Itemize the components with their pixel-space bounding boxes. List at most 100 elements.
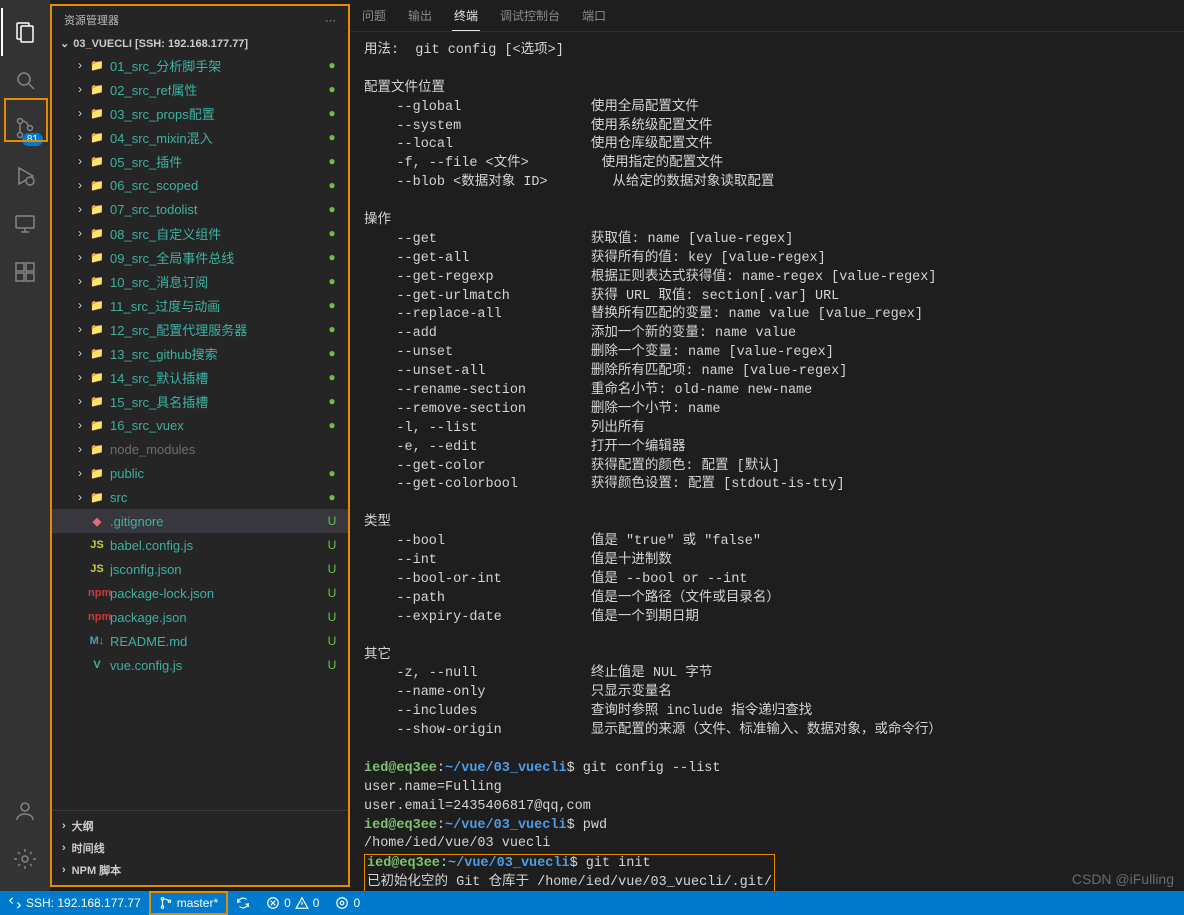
chevron-right-icon: › bbox=[72, 82, 88, 96]
terminal[interactable]: 用法: git config [<选项>] 配置文件位置 --global 使用… bbox=[350, 32, 1184, 891]
folder-item[interactable]: ›📁04_src_mixin混入● bbox=[52, 125, 348, 149]
chevron-right-icon: › bbox=[72, 466, 88, 480]
chevron-right-icon: › bbox=[72, 58, 88, 72]
folder-item[interactable]: ›📁13_src_github搜索● bbox=[52, 341, 348, 365]
folder-item[interactable]: ›📁09_src_全局事件总线● bbox=[52, 245, 348, 269]
file-item[interactable]: JSjsconfig.jsonU bbox=[52, 557, 348, 581]
chevron-right-icon: › bbox=[72, 178, 88, 192]
file-type-icon: JS bbox=[88, 563, 106, 575]
status-remote[interactable]: SSH: 192.168.177.77 bbox=[0, 891, 149, 915]
item-label: node_modules bbox=[110, 442, 324, 457]
folder-item[interactable]: ›📁public● bbox=[52, 461, 348, 485]
file-type-icon: 📁 bbox=[88, 179, 106, 192]
file-item[interactable]: npmpackage-lock.jsonU bbox=[52, 581, 348, 605]
file-type-icon: 📁 bbox=[88, 59, 106, 72]
sidebar-title: 资源管理器 bbox=[64, 12, 325, 28]
tab-ports[interactable]: 端口 bbox=[580, 1, 608, 30]
file-type-icon: ◆ bbox=[88, 515, 106, 528]
file-type-icon: 📁 bbox=[88, 131, 106, 144]
tab-debug-console[interactable]: 调试控制台 bbox=[498, 1, 562, 30]
account-icon[interactable] bbox=[1, 787, 49, 835]
folder-item[interactable]: ›📁08_src_自定义组件● bbox=[52, 221, 348, 245]
folder-item[interactable]: ›📁02_src_ref属性● bbox=[52, 77, 348, 101]
project-root[interactable]: ⌄ 03_VUECLI [SSH: 192.168.177.77] bbox=[52, 34, 348, 53]
file-item[interactable]: JSbabel.config.jsU bbox=[52, 533, 348, 557]
file-tree: ›📁01_src_分析脚手架●›📁02_src_ref属性●›📁03_src_p… bbox=[52, 53, 348, 810]
chevron-right-icon: › bbox=[72, 346, 88, 360]
sidebar-header: 资源管理器 ⋯ bbox=[52, 6, 348, 34]
item-label: .gitignore bbox=[110, 514, 324, 529]
file-type-icon: 📁 bbox=[88, 155, 106, 168]
item-label: src bbox=[110, 490, 324, 505]
item-label: public bbox=[110, 466, 324, 481]
project-name: 03_VUECLI [SSH: 192.168.177.77] bbox=[73, 38, 248, 50]
item-label: 12_src_配置代理服务器 bbox=[110, 320, 324, 339]
chevron-right-icon: › bbox=[72, 274, 88, 288]
folder-item[interactable]: ›📁 node_modules bbox=[52, 437, 348, 461]
chevron-right-icon: › bbox=[72, 202, 88, 216]
file-type-icon: 📁 bbox=[88, 491, 106, 504]
folder-item[interactable]: ›📁12_src_配置代理服务器● bbox=[52, 317, 348, 341]
folder-item[interactable]: ›📁07_src_todolist● bbox=[52, 197, 348, 221]
file-type-icon: 📁 bbox=[88, 275, 106, 288]
tab-problems[interactable]: 问题 bbox=[360, 1, 388, 30]
status-sync[interactable] bbox=[228, 891, 258, 915]
extensions-icon[interactable] bbox=[1, 248, 49, 296]
editor-area: 问题 输出 终端 调试控制台 端口 用法: git config [<选项>] … bbox=[350, 0, 1184, 891]
section-npm[interactable]: ›NPM 脚本 bbox=[52, 859, 348, 881]
file-type-icon: 📁 bbox=[88, 251, 106, 264]
item-label: 02_src_ref属性 bbox=[110, 80, 324, 99]
tab-terminal[interactable]: 终端 bbox=[452, 1, 480, 31]
file-item[interactable]: M↓README.mdU bbox=[52, 629, 348, 653]
folder-item[interactable]: ›📁14_src_默认插槽● bbox=[52, 365, 348, 389]
status-ports[interactable]: 0 bbox=[327, 891, 368, 915]
item-label: 13_src_github搜索 bbox=[110, 344, 324, 363]
debug-icon[interactable] bbox=[1, 152, 49, 200]
remote-explorer-icon[interactable] bbox=[1, 200, 49, 248]
chevron-right-icon: › bbox=[72, 106, 88, 120]
folder-item[interactable]: ›📁06_src_scoped● bbox=[52, 173, 348, 197]
explorer-icon[interactable] bbox=[1, 8, 49, 56]
folder-item[interactable]: ›📁01_src_分析脚手架● bbox=[52, 53, 348, 77]
settings-gear-icon[interactable] bbox=[1, 835, 49, 883]
folder-item[interactable]: ›📁05_src_插件● bbox=[52, 149, 348, 173]
search-icon[interactable] bbox=[1, 56, 49, 104]
section-timeline[interactable]: ›时间线 bbox=[52, 837, 348, 859]
chevron-right-icon: › bbox=[72, 226, 88, 240]
file-item[interactable]: Vvue.config.jsU bbox=[52, 653, 348, 677]
file-type-icon: 📁 bbox=[88, 395, 106, 408]
source-control-icon[interactable]: 81 bbox=[1, 104, 49, 152]
file-type-icon: V bbox=[88, 659, 106, 671]
file-type-icon: M↓ bbox=[88, 635, 106, 647]
folder-item[interactable]: ›📁src● bbox=[52, 485, 348, 509]
item-label: 04_src_mixin混入 bbox=[110, 128, 324, 147]
item-label: 16_src_vuex bbox=[110, 418, 324, 433]
file-type-icon: 📁 bbox=[88, 299, 106, 312]
tab-output[interactable]: 输出 bbox=[406, 1, 434, 30]
folder-item[interactable]: ›📁11_src_过度与动画● bbox=[52, 293, 348, 317]
panel-tabs: 问题 输出 终端 调试控制台 端口 bbox=[350, 0, 1184, 32]
item-label: jsconfig.json bbox=[110, 562, 324, 577]
folder-item[interactable]: ›📁10_src_消息订阅● bbox=[52, 269, 348, 293]
folder-item[interactable]: ›📁03_src_props配置● bbox=[52, 101, 348, 125]
file-type-icon: 📁 bbox=[88, 467, 106, 480]
chevron-right-icon: › bbox=[72, 442, 88, 456]
chevron-right-icon: › bbox=[72, 370, 88, 384]
section-outline[interactable]: ›大纲 bbox=[52, 815, 348, 837]
status-branch[interactable]: master* bbox=[149, 891, 228, 915]
item-label: 01_src_分析脚手架 bbox=[110, 56, 324, 75]
file-type-icon: 📁 bbox=[88, 443, 106, 456]
item-label: 10_src_消息订阅 bbox=[110, 272, 324, 291]
sidebar-sections: ›大纲 ›时间线 ›NPM 脚本 bbox=[52, 810, 348, 885]
folder-item[interactable]: ›📁16_src_vuex● bbox=[52, 413, 348, 437]
file-type-icon: 📁 bbox=[88, 371, 106, 384]
folder-item[interactable]: ›📁15_src_具名插槽● bbox=[52, 389, 348, 413]
item-label: package.json bbox=[110, 610, 324, 625]
file-type-icon: 📁 bbox=[88, 107, 106, 120]
sidebar-more-icon[interactable]: ⋯ bbox=[325, 14, 336, 27]
status-errors[interactable]: 0 0 bbox=[258, 891, 327, 915]
file-item[interactable]: ◆.gitignoreU bbox=[52, 509, 348, 533]
file-item[interactable]: npmpackage.jsonU bbox=[52, 605, 348, 629]
chevron-right-icon: › bbox=[72, 298, 88, 312]
file-type-icon: 📁 bbox=[88, 203, 106, 216]
